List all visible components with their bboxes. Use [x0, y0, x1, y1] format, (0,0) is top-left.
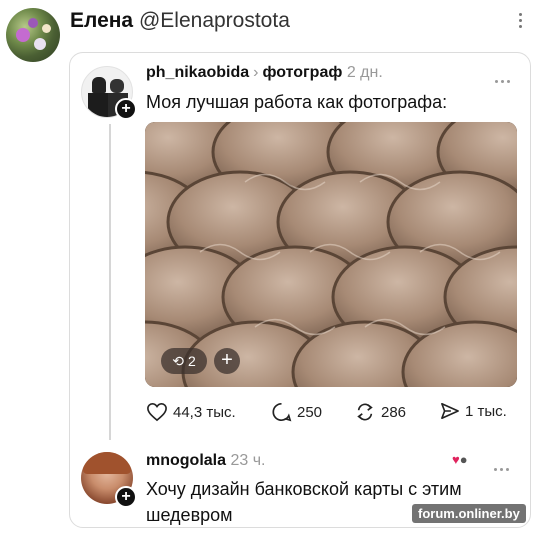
thread-line: [109, 124, 111, 440]
watermark: forum.onliner.by: [412, 504, 526, 523]
more-horizontal-icon[interactable]: [495, 70, 515, 83]
author-name[interactable]: Елена: [70, 9, 133, 32]
chevron-right-icon: ›: [253, 64, 259, 81]
comment-icon: [272, 402, 292, 422]
like-count: 44,3 тыс.: [173, 403, 236, 421]
coins-image: [145, 122, 517, 387]
author-avatar[interactable]: [6, 8, 60, 62]
quoted-post-header: ph_nikaobida › фотограф 2 дн.: [146, 64, 383, 82]
share-count: 1 тыс.: [465, 402, 507, 420]
author-handle[interactable]: @Elenaprostota: [139, 9, 290, 32]
follow-plus-icon[interactable]: +: [115, 486, 137, 508]
like-button[interactable]: 44,3 тыс.: [146, 402, 236, 422]
share-button[interactable]: 1 тыс.: [440, 402, 507, 420]
reply-time: 23 ч.: [230, 452, 266, 469]
more-horizontal-icon[interactable]: [494, 458, 512, 476]
post-time: 2 дн.: [346, 64, 383, 81]
topic-tag[interactable]: фотограф: [262, 64, 342, 81]
reply-username[interactable]: mnogolala: [146, 452, 226, 469]
repost-button[interactable]: 286: [354, 402, 406, 422]
repost-small-icon: ⟲: [172, 352, 184, 369]
author-line[interactable]: Елена @Elenaprostota: [70, 9, 290, 33]
repost-count: 286: [381, 403, 407, 421]
add-button[interactable]: +: [214, 348, 240, 374]
repost-count-badge[interactable]: ⟲ 2: [161, 348, 207, 374]
heart-icon: [147, 402, 167, 422]
follow-plus-icon[interactable]: +: [115, 98, 137, 120]
more-vertical-icon[interactable]: [515, 10, 525, 32]
post-caption: Моя лучшая работа как фотографа:: [146, 92, 448, 112]
send-icon: [441, 402, 459, 420]
quoted-username[interactable]: ph_nikaobida: [146, 64, 249, 81]
repost-icon: [357, 403, 373, 421]
comment-button[interactable]: 250: [271, 402, 322, 422]
post-photo[interactable]: [145, 122, 517, 387]
comment-count: 250: [297, 403, 323, 421]
reply-header: mnogolala 23 ч.: [146, 452, 266, 470]
reaction-icon[interactable]: ♥●: [452, 452, 468, 467]
